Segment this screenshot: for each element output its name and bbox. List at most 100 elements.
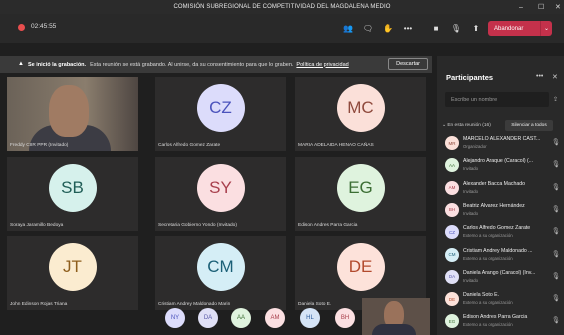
in-meeting-section-label[interactable]: ⌄ En esta reunión (16)	[442, 123, 491, 128]
maximize-button[interactable]: ☐	[538, 0, 544, 14]
microphone-muted-icon[interactable]: 🎙	[552, 160, 560, 168]
teams-meeting-window: COMISIÓN SUBREGIONAL DE COMPETITIVIDAD D…	[0, 0, 564, 335]
participant-row[interactable]: MR MARCELO ALEXANDER CAST... Organizador 🎙	[444, 133, 560, 155]
raise-hand-icon[interactable]: ✋	[380, 20, 396, 36]
participant-row[interactable]: BH Beatriz Álvarez Hernández Invitado 🎙	[444, 200, 560, 222]
participant-row-avatar: BH	[445, 202, 459, 217]
minimize-button[interactable]: –	[519, 0, 523, 14]
participant-row-name: Daniela Soto E.	[463, 292, 500, 299]
banner-text: Esta reunión se está grabando. Al unirse…	[90, 61, 294, 68]
participant-row-avatar: AA	[445, 158, 459, 173]
participant-row-name: Beatriz Álvarez Hernández	[463, 202, 525, 209]
participant-tile[interactable]: MC MARIA ADELAIDA HENAO CAÑAS	[295, 77, 426, 151]
leave-button[interactable]: Abandonar ⌄	[488, 21, 552, 36]
participant-row-avatar: CZ	[445, 225, 459, 240]
participant-tile[interactable]: CM Cristiam Andrey Maldonado Marin	[155, 236, 286, 310]
overflow-avatar[interactable]: HL	[300, 308, 320, 328]
participant-row[interactable]: AA Alejandro Araque (Caracol) (... Invitad…	[444, 155, 560, 177]
participant-row[interactable]: EG Edison Andres Parra Garcia Externo a su…	[444, 311, 560, 333]
participants-panel: Participantes ••• ✕ Escribe un nombre ⇪ …	[437, 56, 564, 335]
privacy-policy-link[interactable]: Política de privacidad	[296, 62, 348, 68]
chat-icon[interactable]: 🗨	[360, 20, 376, 36]
participant-avatar: CZ	[196, 84, 245, 132]
window-title: COMISIÓN SUBREGIONAL DE COMPETITIVIDAD D…	[173, 4, 391, 10]
participant-row-role: Organizador	[463, 144, 487, 149]
microphone-muted-icon[interactable]: 🎙	[552, 272, 560, 280]
participant-name: John Edinson Rojas Triana	[10, 302, 68, 307]
overflow-avatar[interactable]: NY	[165, 308, 185, 328]
participant-avatar: CM	[196, 243, 245, 291]
recording-banner: ▲ Se inició la grabación. Esta reunión s…	[0, 56, 432, 73]
participant-tile[interactable]: Freddy CIIR PPR (Invitado)	[7, 77, 138, 151]
participant-row-avatar: CM	[445, 247, 459, 262]
close-panel-icon[interactable]: ✕	[552, 73, 558, 81]
participant-row-avatar: EG	[445, 314, 459, 329]
participant-search-input[interactable]: Escribe un nombre	[445, 92, 549, 107]
chevron-down-icon[interactable]: ⌄	[540, 21, 552, 36]
share-screen-icon[interactable]: ⬆	[468, 20, 484, 36]
microphone-muted-icon[interactable]: 🎙	[552, 138, 560, 146]
participant-row-role: Invitado	[463, 210, 479, 216]
participant-row-name: Daniela Arango (Caracol) (Inv...	[463, 269, 536, 276]
self-video-preview[interactable]	[362, 298, 430, 335]
participant-row[interactable]: DA Daniela Arango (Caracol) (Inv... Invita…	[444, 267, 560, 289]
participant-row-avatar: DE	[445, 292, 459, 307]
overflow-avatar[interactable]: DA	[198, 308, 218, 328]
participant-row[interactable]: CZ Carlos Alfredo Gomez Zarate Externo a s…	[444, 222, 560, 244]
participant-row-avatar: AM	[445, 180, 459, 195]
microphone-muted-icon[interactable]: 🎙	[552, 250, 560, 258]
share-invite-icon[interactable]: ⇪	[553, 96, 558, 103]
overflow-avatar[interactable]: AM	[265, 308, 285, 328]
participant-row-role: Externo a su organización	[463, 322, 513, 328]
participant-avatar: SB	[48, 164, 97, 212]
mute-all-button[interactable]: Silenciar a todos	[505, 120, 553, 131]
participant-avatar: EG	[336, 164, 385, 212]
more-actions-icon[interactable]: •••	[400, 20, 416, 36]
in-meeting-count: En esta reunión (16)	[447, 123, 491, 128]
participant-name: Edison Andres Parra Garcia	[298, 223, 358, 228]
recording-indicator-icon	[18, 24, 25, 31]
banner-title: Se inició la grabación.	[28, 61, 87, 68]
participant-tile[interactable]: CZ Carlos Alfredo Gomez Zarate	[155, 77, 286, 151]
participant-tile[interactable]: SB Soraya Jaramillo Bedoya	[7, 157, 138, 231]
participant-row-name: Alexander Bacca Machado	[463, 180, 525, 187]
warning-icon: ▲	[18, 61, 24, 67]
participant-tile[interactable]: JT John Edinson Rojas Triana	[7, 236, 138, 310]
dismiss-button[interactable]: Descartar	[388, 58, 428, 70]
microphone-muted-icon[interactable]: 🎙	[552, 316, 560, 324]
meeting-toolbar: 02:45:55 👥 🗨 ✋ ••• ■ 🎙 ⬆ Abandonar ⌄	[0, 14, 564, 43]
participant-row-name: Edison Andres Parra Garcia	[463, 314, 528, 321]
title-bar: COMISIÓN SUBREGIONAL DE COMPETITIVIDAD D…	[0, 0, 564, 14]
participant-row-role: Externo a su organización	[463, 300, 513, 306]
panel-title: Participantes	[446, 73, 494, 82]
microphone-muted-icon[interactable]: 🎙	[552, 294, 560, 302]
participant-row[interactable]: AM Alexander Bacca Machado Invitado 🎙	[444, 178, 560, 200]
video-face	[49, 85, 89, 137]
participant-row[interactable]: DE Daniela Soto E. Externo a su organizaci…	[444, 289, 560, 311]
camera-icon[interactable]: ■	[428, 20, 444, 36]
self-video-body	[372, 324, 416, 335]
overflow-avatar[interactable]: BH	[335, 308, 355, 328]
microphone-muted-icon[interactable]: 🎙	[552, 205, 560, 213]
participant-tile[interactable]: SY Secretaria Gobierno Yondo (Invitado)	[155, 157, 286, 231]
meeting-timer: 02:45:55	[31, 23, 57, 30]
participant-row-role: Invitado	[463, 188, 479, 194]
microphone-muted-icon[interactable]: 🎙	[552, 183, 560, 191]
participant-row-role: Invitado	[463, 166, 479, 172]
participant-row[interactable]: CM Cristiam Andrey Maldonado ... Externo a…	[444, 245, 560, 267]
more-options-icon[interactable]: •••	[536, 73, 543, 80]
participant-name: Secretaria Gobierno Yondo (Invitado)	[158, 223, 237, 228]
participant-row-name: MARCELO ALEXANDER CAST...	[463, 136, 541, 142]
overflow-avatar[interactable]: AA	[231, 308, 251, 328]
participant-row-name: Carlos Alfredo Gomez Zarate	[463, 225, 531, 232]
microphone-muted-icon[interactable]: 🎙	[552, 227, 560, 235]
participant-avatar: MC	[336, 84, 385, 132]
participant-row-avatar: MR	[445, 136, 459, 150]
participant-name: Freddy CIIR PPR (Invitado)	[10, 143, 69, 148]
participant-row-role: Invitado	[463, 277, 479, 283]
microphone-icon[interactable]: 🎙	[448, 20, 464, 36]
participants-icon[interactable]: 👥	[340, 20, 356, 36]
participant-tile[interactable]: EG Edison Andres Parra Garcia	[295, 157, 426, 231]
participant-name: Soraya Jaramillo Bedoya	[10, 223, 64, 228]
close-button[interactable]: ✕	[555, 0, 561, 14]
